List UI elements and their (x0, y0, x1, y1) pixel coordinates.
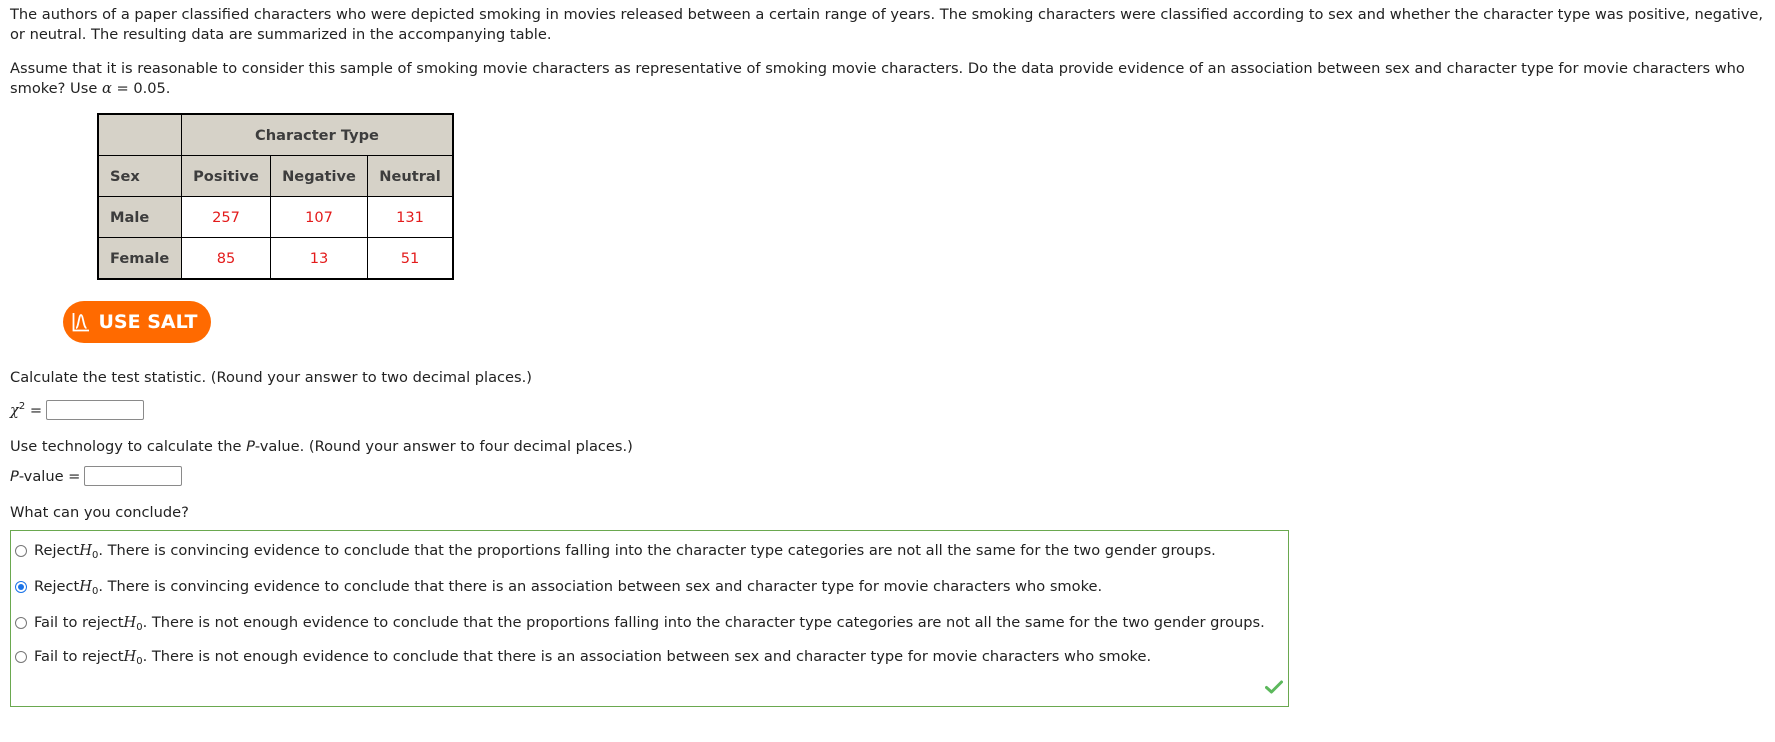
pvalue-label-italic-p: P (10, 467, 19, 485)
use-salt-button[interactable]: USE SALT (63, 301, 211, 343)
table-group-header-row: Character Type (97, 113, 454, 156)
pvalue-prompt-italic-p: P (246, 438, 255, 455)
table-group-header: Character Type (181, 113, 454, 156)
table-corner-cell (97, 113, 182, 156)
pvalue-prompt: Use technology to calculate the P-value.… (10, 437, 633, 457)
h0-symbol: H (123, 648, 137, 665)
option-text: . There is not enough evidence to conclu… (142, 614, 1265, 631)
table-cell: 51 (367, 237, 454, 280)
intro-paragraph-2-text: Assume that it is reasonable to consider… (10, 60, 1745, 97)
option-reject-association[interactable]: Reject H0. There is convincing evidence … (15, 577, 1102, 597)
table-cell: 13 (270, 237, 368, 280)
table-row: Male 257 107 131 (97, 196, 454, 238)
pvalue-label: P-value = (10, 468, 80, 485)
intro-paragraph-1: The authors of a paper classified charac… (10, 6, 1764, 43)
test-statistic-prompt: Calculate the test statistic. (Round you… (10, 369, 532, 386)
pvalue-prompt-suffix: -value. (Round your answer to four decim… (254, 438, 633, 455)
pvalue-prompt-prefix: Use technology to calculate the (10, 438, 247, 455)
table-row-header-label: Sex (97, 155, 182, 197)
chi-symbol: χ (10, 401, 19, 419)
option-lead: Fail to reject (34, 614, 124, 631)
check-icon (1265, 680, 1283, 698)
conclusion-options-box: Reject H0. There is convincing evidence … (10, 530, 1289, 707)
table-row-label: Male (97, 196, 182, 238)
alpha-value: = 0.05. (111, 80, 171, 97)
use-salt-label: USE SALT (98, 311, 198, 333)
radio-button-selected[interactable] (15, 581, 27, 593)
table-row: Female 85 13 51 (97, 237, 454, 280)
contingency-table: Character Type Sex Positive Negative Neu… (97, 113, 454, 280)
intro-paragraph-2: Assume that it is reasonable to consider… (10, 59, 1765, 99)
h0-symbol: H (79, 578, 92, 595)
h0-subscript: 0 (91, 550, 99, 561)
h0-symbol: H (79, 542, 92, 559)
chi-equals: = (25, 401, 43, 419)
pvalue-label-suffix: -value = (18, 467, 81, 485)
option-reject-proportions[interactable]: Reject H0. There is convincing evidence … (15, 541, 1216, 561)
conclude-prompt: What can you conclude? (10, 504, 189, 521)
distribution-curve-icon (72, 312, 90, 332)
option-lead: Fail to reject (34, 648, 124, 665)
option-lead: Reject (34, 578, 80, 595)
table-column-header: Positive (181, 155, 271, 197)
chi-square-answer-row: χ2 = (10, 400, 145, 420)
h0-subscript: 0 (136, 622, 143, 633)
h0-subscript: 0 (91, 586, 99, 597)
table-column-header-row: Sex Positive Negative Neutral (97, 155, 454, 197)
h0-symbol: H (123, 614, 137, 631)
option-text: . There is not enough evidence to conclu… (142, 648, 1152, 665)
radio-button[interactable] (15, 545, 27, 557)
table-cell: 257 (181, 196, 271, 238)
chi-square-input[interactable] (46, 400, 145, 420)
option-fail-proportions[interactable]: Fail to reject H0. There is not enough e… (15, 613, 1265, 633)
table-cell: 85 (181, 237, 271, 280)
option-fail-association[interactable]: Fail to reject H0. There is not enough e… (15, 647, 1151, 667)
table-column-header: Neutral (367, 155, 454, 197)
table-row-label: Female (97, 237, 182, 280)
radio-button[interactable] (15, 617, 27, 629)
table-column-header: Negative (270, 155, 368, 197)
chi-square-label: χ2 = (10, 401, 42, 419)
alpha-symbol: α (101, 80, 112, 97)
pvalue-answer-row: P-value = (10, 466, 183, 486)
pvalue-input[interactable] (84, 466, 183, 486)
table-cell: 107 (270, 196, 368, 238)
table-cell: 131 (367, 196, 454, 238)
option-text: . There is convincing evidence to conclu… (98, 542, 1216, 559)
radio-button[interactable] (15, 651, 27, 663)
option-text: . There is convincing evidence to conclu… (98, 578, 1103, 595)
h0-subscript: 0 (136, 656, 143, 667)
option-lead: Reject (34, 542, 80, 559)
